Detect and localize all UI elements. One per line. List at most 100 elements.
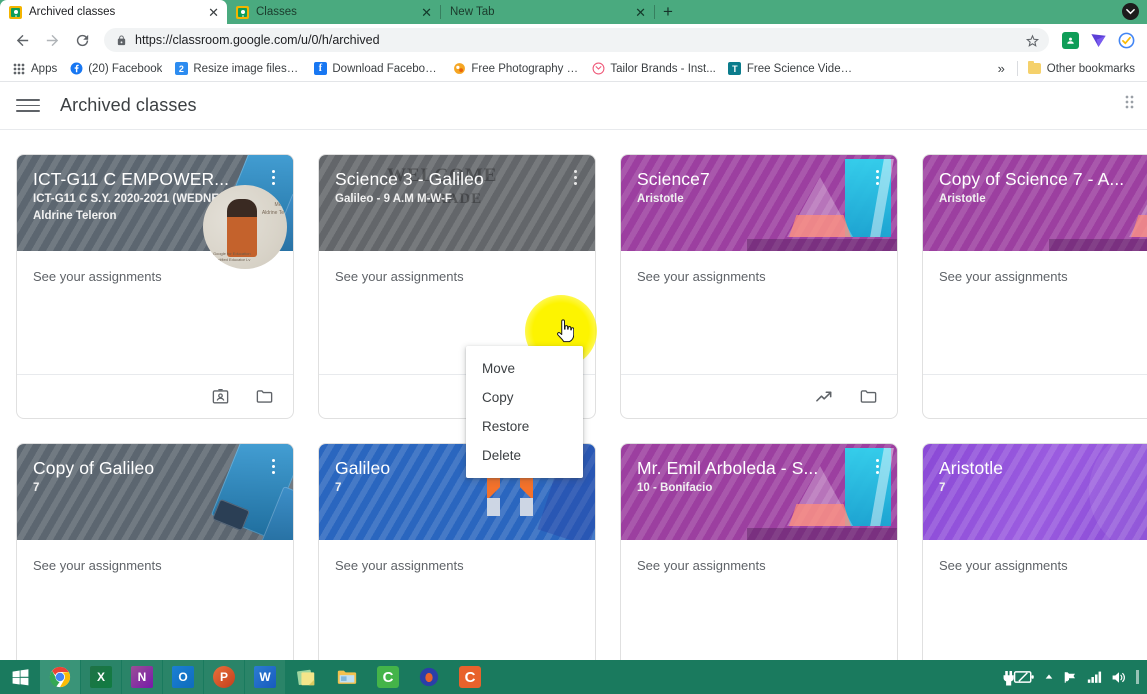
- excel-taskbar-icon[interactable]: X: [81, 660, 121, 694]
- outlook-taskbar-icon[interactable]: O: [163, 660, 203, 694]
- tailor-brands-icon: [591, 62, 605, 76]
- grade-card-icon[interactable]: [209, 386, 231, 408]
- show-hidden-icons-icon[interactable]: [1044, 672, 1054, 682]
- bookmark-facebook[interactable]: (20) Facebook: [63, 60, 168, 78]
- word-icon-glyph: W: [254, 666, 276, 688]
- classroom-favicon: [236, 5, 249, 19]
- class-card[interactable]: Aristotle 7 See your assignments: [922, 443, 1147, 694]
- see-assignments-link[interactable]: See your assignments: [335, 558, 579, 573]
- trending-up-icon[interactable]: [813, 386, 835, 408]
- camtasia-studio-taskbar-icon[interactable]: C: [450, 660, 490, 694]
- class-card-menu-button[interactable]: [263, 455, 283, 477]
- class-card-menu-button[interactable]: [867, 166, 887, 188]
- class-card-section: 7: [33, 481, 40, 494]
- class-card-banner: WELCOME GRADE Science 3 - Galileo Galile…: [319, 155, 595, 251]
- browser-tab-strip: Archived classes ✕ Classes ✕ New Tab ✕ +: [0, 0, 1147, 24]
- classroom-header: Archived classes: [0, 82, 1147, 130]
- camtasia-taskbar-icon[interactable]: C: [368, 660, 408, 694]
- class-card-section: Aristotle: [939, 192, 986, 205]
- address-bar[interactable]: https://classroom.google.com/u/0/h/archi…: [104, 28, 1049, 52]
- tab-close-button[interactable]: ✕: [411, 6, 432, 19]
- tab-close-button[interactable]: ✕: [625, 6, 646, 19]
- class-card-context-menu: Move Copy Restore Delete: [466, 346, 583, 478]
- class-card[interactable]: Copy of Science 7 - A... Aristotle See y…: [922, 154, 1147, 419]
- see-assignments-link[interactable]: See your assignments: [637, 269, 881, 284]
- bookmark-star-icon[interactable]: [1021, 29, 1043, 51]
- new-tab-button[interactable]: +: [655, 0, 681, 24]
- onenote-icon-glyph: N: [131, 666, 153, 688]
- see-assignments-link[interactable]: See your assignments: [637, 558, 881, 573]
- class-card[interactable]: Copy of Galileo 7 See your assignments: [16, 443, 294, 694]
- folder-icon: [1028, 61, 1042, 76]
- resize-icon: 2: [174, 62, 188, 76]
- tray-overflow[interactable]: [1136, 670, 1139, 684]
- back-arrow-icon[interactable]: [8, 26, 36, 54]
- folder-icon[interactable]: [253, 386, 275, 408]
- tab-close-button[interactable]: ✕: [198, 6, 219, 19]
- class-card-title: Copy of Science 7 - A...: [939, 169, 1125, 189]
- context-menu-item-restore[interactable]: Restore: [466, 412, 583, 441]
- powerpoint-taskbar-icon[interactable]: P: [204, 660, 244, 694]
- bookmark-apps[interactable]: Apps: [6, 60, 63, 78]
- bookmark-free-photography[interactable]: Free Photography L...: [446, 60, 585, 78]
- other-bookmarks-button[interactable]: Other bookmarks: [1022, 60, 1141, 78]
- browser-tab-0[interactable]: Archived classes ✕: [0, 0, 227, 24]
- class-card-body: See your assignments: [621, 251, 897, 374]
- sticky-notes-taskbar-icon[interactable]: [286, 660, 326, 694]
- class-card-banner: Aristotle 7: [923, 444, 1147, 540]
- bookmarks-divider: [1016, 61, 1018, 76]
- context-menu-item-copy[interactable]: Copy: [466, 383, 583, 412]
- classroom-extension-icon[interactable]: [1057, 27, 1083, 53]
- class-card-banner: Mr. Emil Arboleda - S... 10 - Bonifacio: [621, 444, 897, 540]
- browser-tab-1[interactable]: Classes ✕: [227, 0, 440, 24]
- other-bookmarks-label: Other bookmarks: [1046, 62, 1135, 75]
- page-title: Archived classes: [60, 95, 197, 115]
- forward-arrow-icon[interactable]: [38, 26, 66, 54]
- video-player-extension-icon[interactable]: [1085, 27, 1111, 53]
- context-menu-item-delete[interactable]: Delete: [466, 441, 583, 470]
- see-assignments-link[interactable]: See your assignments: [335, 269, 579, 284]
- volume-icon[interactable]: [1111, 670, 1127, 685]
- class-card-menu-button[interactable]: [263, 166, 283, 188]
- windows-start-icon[interactable]: [0, 660, 40, 694]
- see-assignments-link[interactable]: See your assignments: [939, 269, 1147, 284]
- google-apps-grid-icon[interactable]: [1125, 95, 1143, 113]
- see-assignments-link[interactable]: See your assignments: [33, 269, 277, 284]
- browser-tab-2[interactable]: New Tab ✕: [441, 0, 654, 24]
- onenote-taskbar-icon[interactable]: N: [122, 660, 162, 694]
- class-card-title: Mr. Emil Arboleda - S...: [637, 458, 819, 478]
- see-assignments-link[interactable]: See your assignments: [33, 558, 277, 573]
- facebook-icon: f: [313, 62, 327, 76]
- bookmarks-overflow-button[interactable]: »: [990, 59, 1013, 78]
- hamburger-menu-icon[interactable]: [16, 94, 40, 118]
- reload-icon[interactable]: [68, 26, 96, 54]
- folder-icon[interactable]: [857, 386, 879, 408]
- chevron-down-icon: [1126, 8, 1135, 15]
- file-explorer-taskbar-icon[interactable]: [327, 660, 367, 694]
- class-card[interactable]: Science7 Aristotle See your assignments: [620, 154, 898, 419]
- class-card[interactable]: Mr. Emil Arboleda - S... 10 - Bonifacio …: [620, 443, 898, 694]
- action-center-icon[interactable]: [1063, 670, 1078, 685]
- bookmark-label: Tailor Brands - Inst...: [610, 62, 716, 75]
- class-card-title: Science 3 - Galileo: [335, 169, 484, 189]
- shield-check-extension-icon[interactable]: [1113, 27, 1139, 53]
- class-card[interactable]: ICT-G11 C EMPOWER... ICT-G11 C S.Y. 2020…: [16, 154, 294, 419]
- see-assignments-link[interactable]: See your assignments: [939, 558, 1147, 573]
- class-card-body: See your assignments: [17, 540, 293, 663]
- class-card-menu-button[interactable]: [867, 455, 887, 477]
- bookmark-resize-image[interactable]: 2 Resize image files o...: [168, 60, 307, 78]
- chrome-taskbar-icon[interactable]: [40, 660, 80, 694]
- class-card-menu-button[interactable]: [565, 166, 585, 188]
- battery-charging-icon[interactable]: [1001, 668, 1035, 686]
- class-card[interactable]: Galileo 7 See your assignments: [318, 443, 596, 694]
- window-controls-button[interactable]: [1122, 3, 1139, 20]
- bookmark-download-facebook[interactable]: f Download Faceboo...: [307, 60, 446, 78]
- bookmark-free-science-videos[interactable]: T Free Science Videos...: [722, 60, 861, 78]
- bookmark-tailor-brands[interactable]: Tailor Brands - Inst...: [585, 60, 721, 78]
- audio-app-taskbar-icon[interactable]: [409, 660, 449, 694]
- class-card-footer: [923, 374, 1147, 418]
- context-menu-item-move[interactable]: Move: [466, 354, 583, 383]
- word-taskbar-icon[interactable]: W: [245, 660, 285, 694]
- class-card-banner: Copy of Galileo 7: [17, 444, 293, 540]
- network-icon[interactable]: [1087, 670, 1102, 684]
